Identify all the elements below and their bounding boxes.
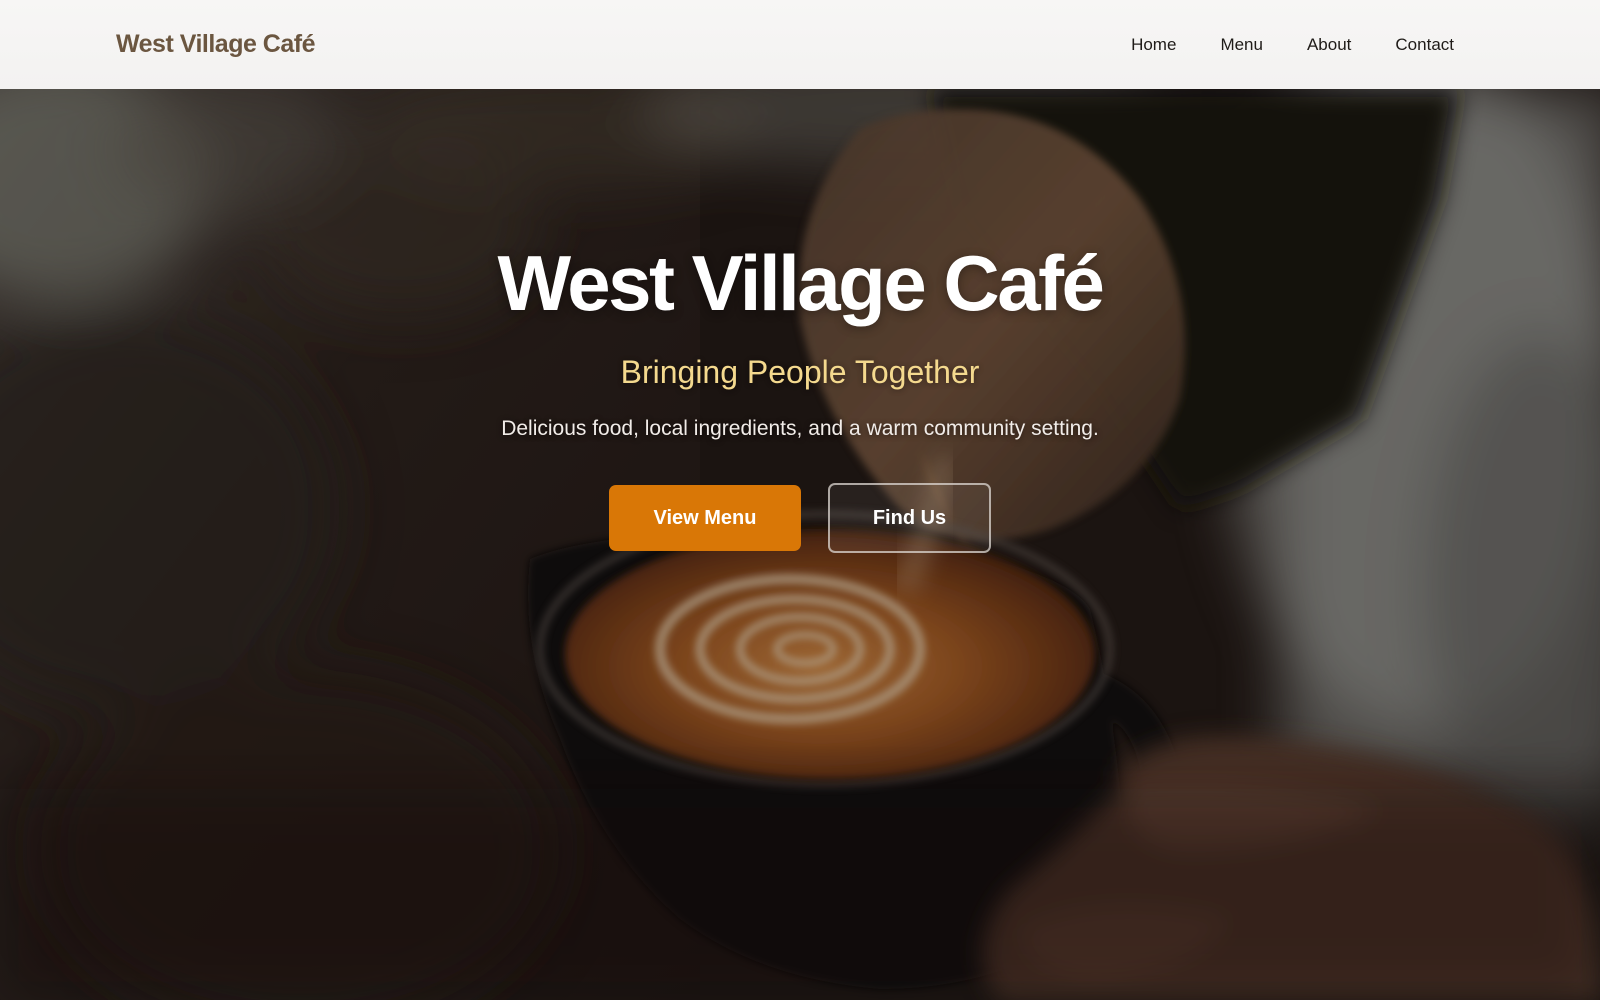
view-menu-button[interactable]: View Menu xyxy=(609,485,801,551)
nav-link-menu[interactable]: Menu xyxy=(1220,35,1263,54)
hero-tagline: Delicious food, local ingredients, and a… xyxy=(501,417,1099,440)
nav-item-about: About xyxy=(1307,35,1351,55)
nav-item-home: Home xyxy=(1131,35,1176,55)
nav-link-about[interactable]: About xyxy=(1307,35,1351,54)
nav-item-menu: Menu xyxy=(1220,35,1263,55)
hero-subtitle: Bringing People Together xyxy=(620,354,980,390)
page: West Village Café Home Menu About Contac… xyxy=(0,0,1600,1000)
find-us-button[interactable]: Find Us xyxy=(828,483,991,553)
main-nav: Home Menu About Contact xyxy=(1131,35,1454,55)
hero-content: West Village Café Bringing People Togeth… xyxy=(0,244,1600,553)
cta-button-group: View Menu Find Us xyxy=(0,483,1600,553)
nav-link-home[interactable]: Home xyxy=(1131,35,1176,54)
brand-logo[interactable]: West Village Café xyxy=(116,30,316,59)
site-header: West Village Café Home Menu About Contac… xyxy=(0,0,1600,89)
nav-link-contact[interactable]: Contact xyxy=(1395,35,1454,54)
hero-title: West Village Café xyxy=(497,239,1105,327)
nav-item-contact: Contact xyxy=(1395,35,1454,55)
